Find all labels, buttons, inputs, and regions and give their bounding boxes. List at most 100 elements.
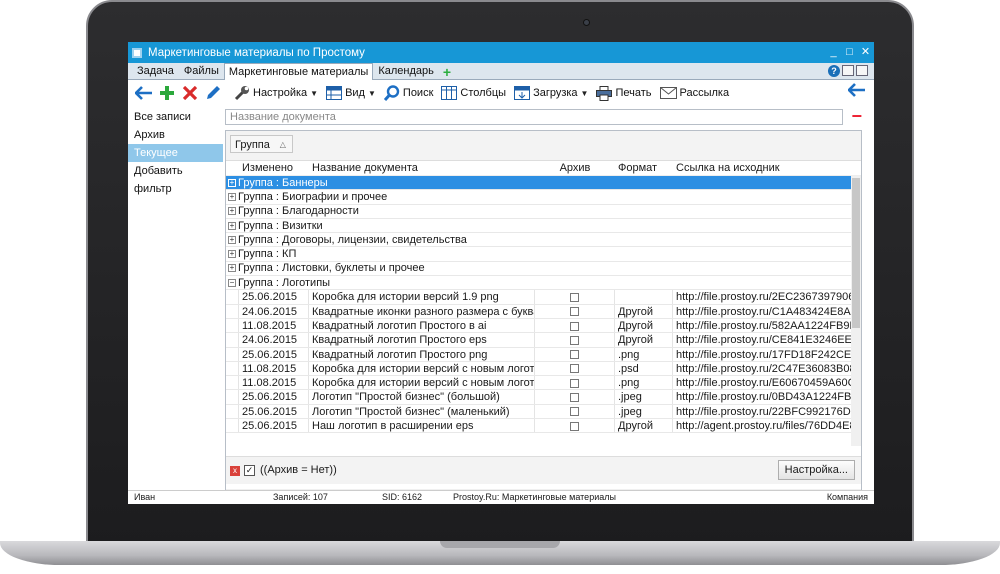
group-row[interactable]: − Группа : Логотипы <box>226 276 861 291</box>
remove-filter-icon[interactable]: x <box>230 466 240 476</box>
filter-settings-button[interactable]: Настройка... <box>777 460 855 480</box>
table-row[interactable]: 11.08.2015 Коробка для истории версий с … <box>226 376 861 391</box>
expand-plus-icon[interactable]: + <box>228 207 236 216</box>
column-header-document-name[interactable]: Название документа <box>309 161 535 175</box>
edit-pencil-icon[interactable] <box>203 83 223 103</box>
expand-plus-icon[interactable]: + <box>228 250 236 259</box>
expand-plus-icon[interactable]: + <box>228 192 236 201</box>
expand-plus-icon[interactable]: + <box>228 235 236 244</box>
close-button[interactable]: ✕ <box>858 42 873 63</box>
load-label: Загрузка <box>533 87 578 99</box>
add-icon[interactable] <box>157 83 177 103</box>
archive-checkbox[interactable] <box>570 364 579 374</box>
group-row[interactable]: + Группа : Договоры, лицензии, свидетельс… <box>226 233 861 248</box>
table-row[interactable]: 25.06.2015 Квадратный логотип Простого p… <box>226 347 861 362</box>
group-row[interactable]: + Группа : КП <box>226 247 861 262</box>
group-row[interactable]: + Группа : Благодарности <box>226 205 861 219</box>
cell-format: .jpeg <box>615 390 673 404</box>
column-header-modified[interactable]: Изменено <box>239 161 309 175</box>
back-arrow-icon[interactable] <box>134 83 154 103</box>
archive-checkbox[interactable] <box>570 350 579 360</box>
cell-source-link[interactable]: http://file.prostoy.ru/C1A483424E8A6495.… <box>673 304 859 318</box>
column-header-archive[interactable]: Архив <box>535 161 615 175</box>
print-button[interactable]: Печать <box>596 85 652 101</box>
sidebar-item-current[interactable]: Текущее <box>128 144 223 162</box>
laptop-base-notch <box>440 541 560 548</box>
archive-checkbox[interactable] <box>570 407 579 417</box>
archive-checkbox[interactable] <box>570 307 579 317</box>
expand-plus-icon[interactable]: + <box>228 264 236 273</box>
settings-menu-button[interactable]: Настройка ▼ <box>234 85 318 101</box>
row-indent <box>226 376 239 390</box>
table-row[interactable]: 11.08.2015 Коробка для истории версий с … <box>226 361 861 377</box>
mailing-button[interactable]: Рассылка <box>659 87 729 99</box>
maximize-button[interactable]: □ <box>842 42 857 63</box>
group-by-chip[interactable]: Группа △ <box>230 135 293 153</box>
vertical-scroll-thumb[interactable] <box>852 178 860 328</box>
main-panel: Название документа − Группа △ Изменено Н… <box>225 107 874 504</box>
cell-source-link[interactable]: http://file.prostoy.ru/2C47E36083B08FB4.… <box>673 361 859 376</box>
column-header-source-link[interactable]: Ссылка на исходник <box>673 161 859 175</box>
cell-source-link[interactable]: http://file.prostoy.ru/0BD43A1224FB9DBF0… <box>673 390 859 404</box>
group-row[interactable]: + Группа : Баннеры <box>226 176 861 191</box>
cell-source-link[interactable]: http://file.prostoy.ru/22BFC992176DD254.… <box>673 404 859 419</box>
back-arrow-right-icon[interactable] <box>847 83 866 100</box>
view-menu-button[interactable]: Вид ▼ <box>326 86 376 100</box>
content-area: Все записи Архив Текущее Добавить фильтр… <box>128 107 874 504</box>
collapse-minus-icon[interactable]: − <box>228 278 236 287</box>
tab-marketing-materials[interactable]: Маркетинговые материалы <box>223 63 374 80</box>
load-menu-button[interactable]: Загрузка ▼ <box>514 86 588 100</box>
caret-down-icon: ▼ <box>310 88 319 98</box>
table-row[interactable]: 25.06.2015 Коробка для истории версий 1.… <box>226 290 861 305</box>
sidebar-item-archive[interactable]: Архив <box>128 126 223 144</box>
table-row[interactable]: 25.06.2015 Логотип "Простой бизнес" (бол… <box>226 390 861 405</box>
vertical-scrollbar[interactable] <box>851 176 861 446</box>
group-row[interactable]: + Группа : Листовки, буклеты и прочее <box>226 262 861 277</box>
help-icon[interactable]: ? <box>828 65 840 77</box>
cell-modified: 25.06.2015 <box>239 347 309 361</box>
restore-panel-icon[interactable] <box>856 65 868 76</box>
cell-source-link[interactable]: http://file.prostoy.ru/E60670459A60CD2F.… <box>673 376 859 390</box>
table-row[interactable]: 24.06.2015 Квадратный логотип Простого e… <box>226 333 861 348</box>
table-row[interactable]: 25.06.2015 Логотип "Простой бизнес" (мал… <box>226 404 861 420</box>
document-name-input[interactable]: Название документа <box>225 109 843 125</box>
archive-checkbox[interactable] <box>570 393 579 403</box>
table-row[interactable]: 24.06.2015 Квадратные иконки разного раз… <box>226 304 861 319</box>
archive-checkbox[interactable] <box>570 292 579 302</box>
cell-modified: 24.06.2015 <box>239 304 309 318</box>
expand-plus-icon[interactable]: + <box>228 178 236 187</box>
add-tab-button[interactable]: + <box>439 65 455 79</box>
cell-source-link[interactable]: http://file.prostoy.ru/2EC2367397906F4B.… <box>673 290 859 304</box>
cell-modified: 25.06.2015 <box>239 419 309 433</box>
cell-modified: 25.06.2015 <box>239 390 309 404</box>
group-row[interactable]: + Группа : Биографии и прочее <box>226 190 861 205</box>
table-row[interactable]: 11.08.2015 Квадратный логотип Простого в… <box>226 318 861 334</box>
filter-enabled-checkbox[interactable]: ✓ <box>244 465 255 476</box>
group-by-label: Группа <box>235 139 270 151</box>
cell-source-link[interactable]: http://file.prostoy.ru/CE841E3246EEF00B.… <box>673 333 859 347</box>
archive-checkbox[interactable] <box>570 335 579 345</box>
cell-source-link[interactable]: http://file.prostoy.ru/17FD18F242CEC784.… <box>673 347 859 361</box>
collapse-search-icon[interactable]: − <box>851 107 862 125</box>
minimize-button[interactable]: _ <box>826 42 841 63</box>
group-row[interactable]: + Группа : Визитки <box>226 219 861 234</box>
screenshot-icon[interactable] <box>842 65 854 76</box>
cell-source-link[interactable]: http://file.prostoy.ru/582AA1224FB9DBF0.… <box>673 318 859 333</box>
column-header-format[interactable]: Формат <box>615 161 673 175</box>
columns-button[interactable]: Столбцы <box>441 86 506 100</box>
filter-expression[interactable]: ((Архив = Нет)) <box>260 464 337 476</box>
tab-calendar[interactable]: Календарь <box>373 63 439 79</box>
sidebar-item-add-filter[interactable]: Добавить фильтр <box>128 162 223 195</box>
cell-source-link[interactable]: http://agent.prostoy.ru/files/76DD4E847B… <box>673 419 859 433</box>
table-row[interactable]: 25.06.2015 Наш логотип в расширении eps … <box>226 419 861 434</box>
tab-task[interactable]: Задача <box>132 63 179 79</box>
expand-plus-icon[interactable]: + <box>228 221 236 230</box>
archive-checkbox[interactable] <box>570 421 579 431</box>
delete-icon[interactable] <box>180 83 200 103</box>
filter-bar: x ✓ ((Архив = Нет)) Настройка... <box>226 456 861 484</box>
sidebar-item-all-records[interactable]: Все записи <box>128 108 223 126</box>
search-button[interactable]: Поиск <box>383 85 433 101</box>
archive-checkbox[interactable] <box>570 378 579 388</box>
archive-checkbox[interactable] <box>570 321 579 331</box>
tab-files[interactable]: Файлы <box>179 63 224 79</box>
